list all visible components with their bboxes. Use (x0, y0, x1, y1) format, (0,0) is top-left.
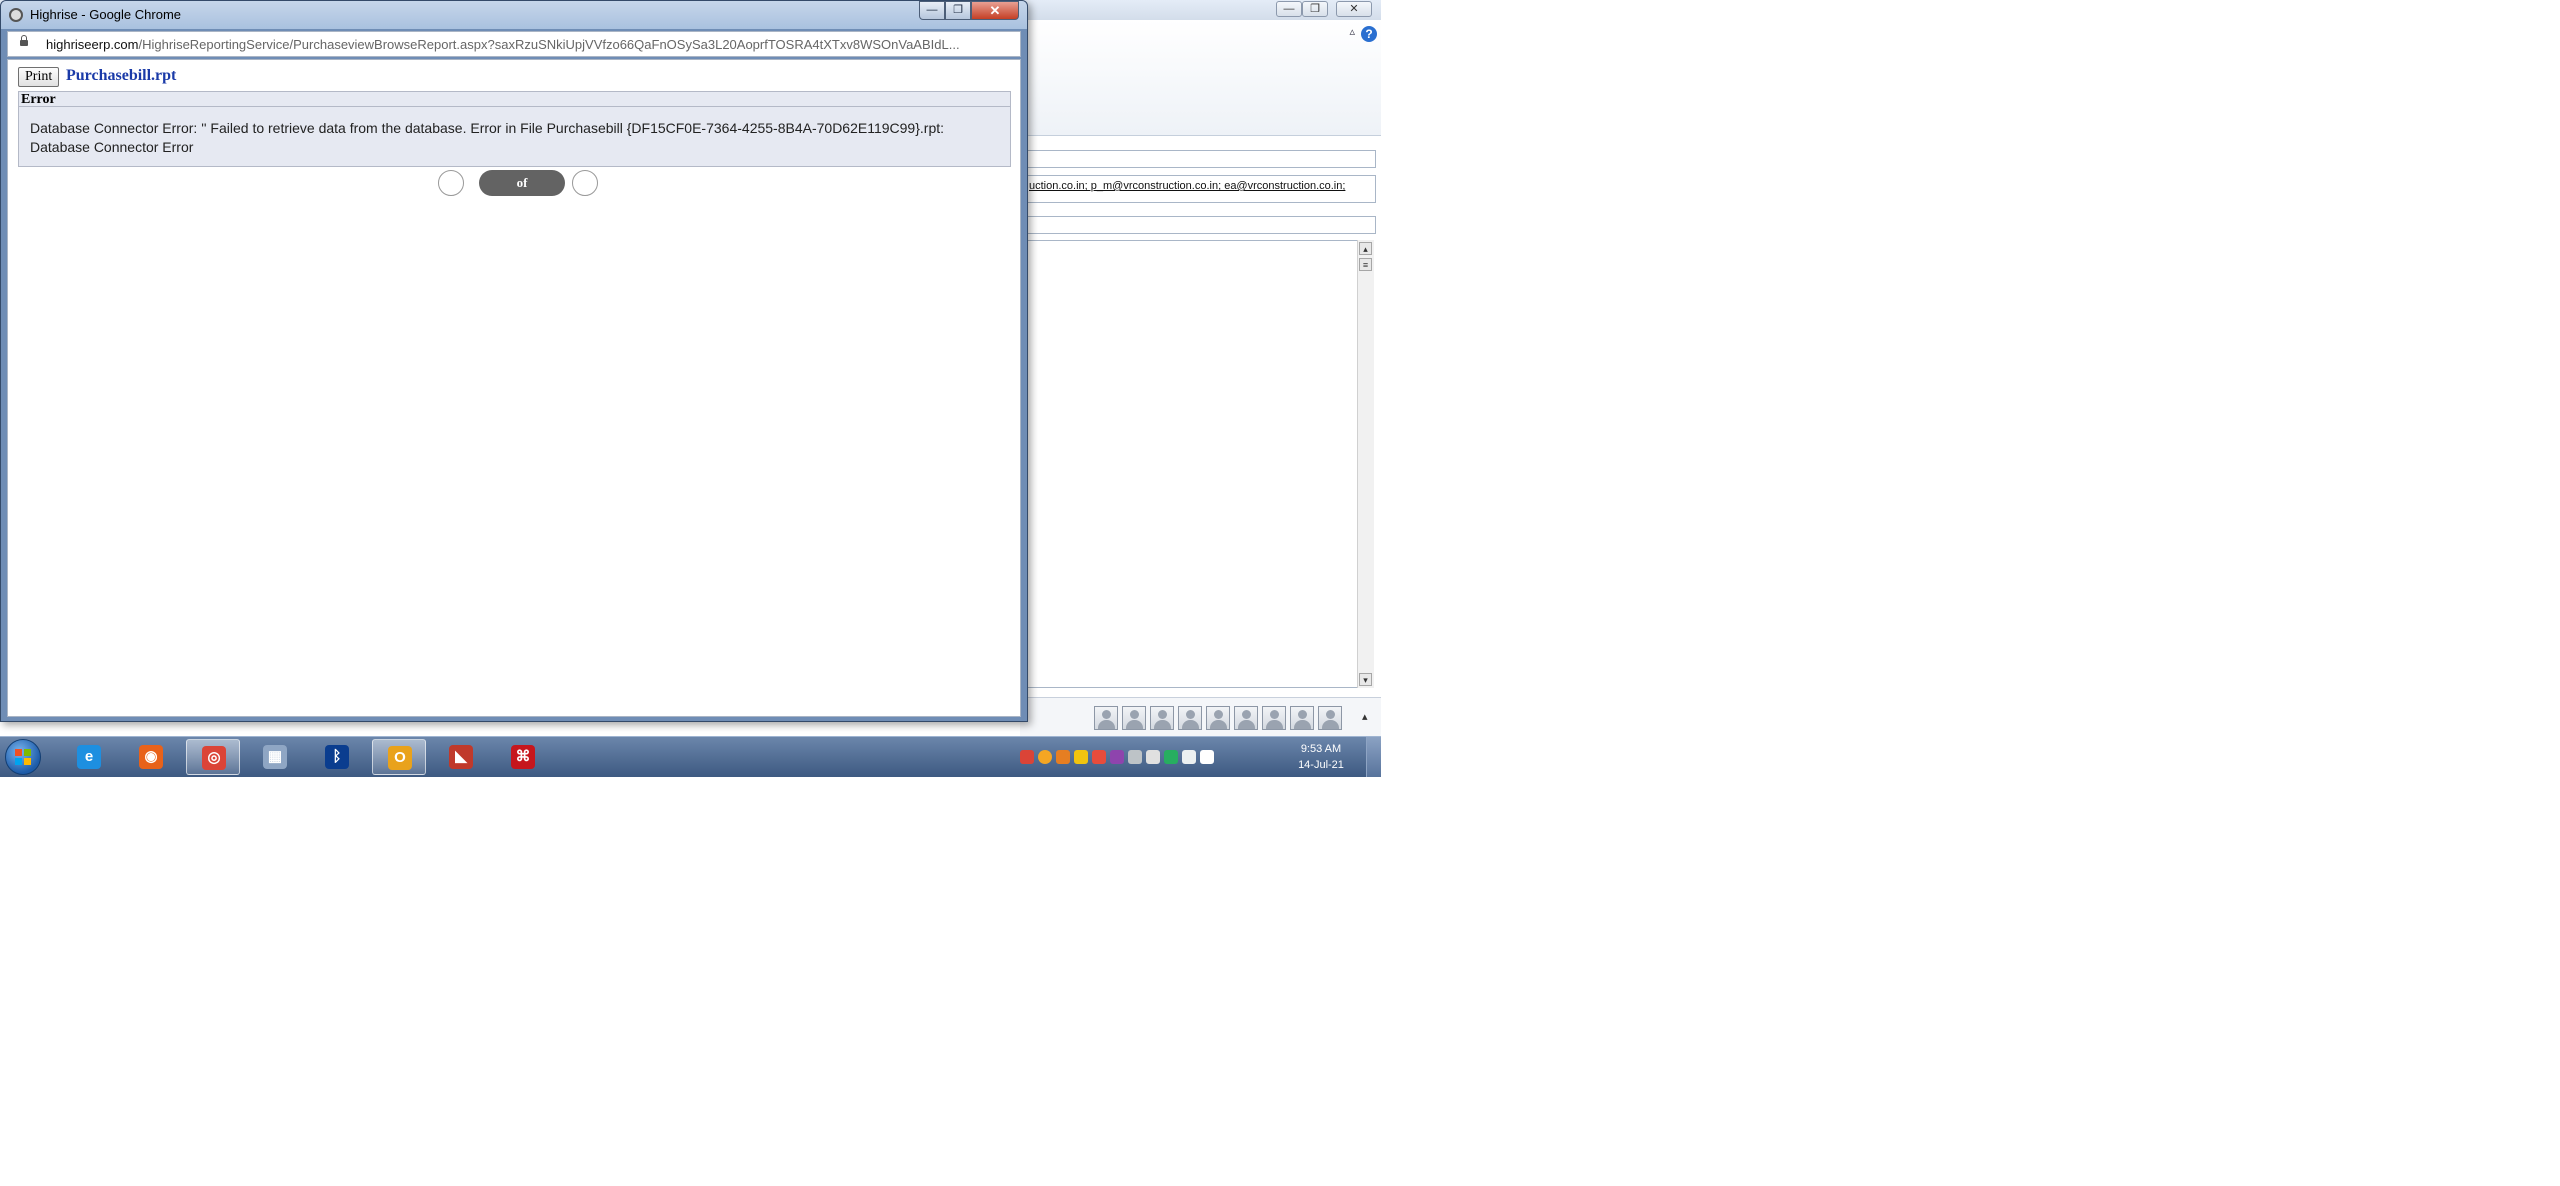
ribbon-collapse-icon[interactable]: ▵ (1349, 25, 1355, 38)
url-text[interactable]: highriseerp.com/HighriseReportingService… (46, 37, 1006, 52)
address-bar[interactable]: highriseerp.com/HighriseReportingService… (7, 31, 1021, 57)
print-button[interactable]: Print (18, 67, 60, 87)
taskbar-app-button[interactable]: e (62, 739, 116, 775)
security-tray-icon[interactable] (1092, 750, 1106, 764)
contact-avatar-icon[interactable] (1206, 706, 1230, 730)
report-name: Purchasebill.rpt (66, 67, 177, 84)
taskbar-app-button[interactable]: O (372, 739, 426, 775)
chrome-app-icon (9, 8, 23, 22)
popup-titlebar[interactable]: Highrise - Google Chrome — ❐ ✕ (1, 1, 1027, 29)
calculator-icon: ▦ (263, 745, 287, 769)
to-field[interactable]: uction.co.in; p_m@vrconstruction.co.in; … (1026, 175, 1376, 203)
clock-time: 9:53 AM (1300, 743, 1342, 755)
scroll-down-icon[interactable]: ▾ (1359, 673, 1372, 686)
scroll-up-icon[interactable]: ▴ (1359, 242, 1372, 255)
pdf-reader-icon: ⌘ (511, 745, 535, 769)
internet-explorer-icon: e (77, 745, 101, 769)
outlook-icon: O (388, 746, 412, 770)
chrome-icon: ◎ (202, 746, 226, 770)
popup-maximize-button[interactable]: ❐ (945, 1, 971, 20)
taskbar-app-button[interactable]: ◉ (124, 739, 178, 775)
popup-window-title: Highrise - Google Chrome (30, 7, 182, 22)
previous-page-button[interactable] (438, 170, 464, 196)
contact-avatar-icon[interactable] (1290, 706, 1314, 730)
background-minimize-button[interactable]: — (1276, 1, 1302, 17)
tool-tray-icon[interactable] (1110, 750, 1124, 764)
taskbar: e ◉ ◎ ▦ ᛒ O ◣ ⌘ 9:53 AM 14-Jul-21 (0, 736, 1381, 777)
page-navigator: of (433, 168, 603, 198)
popup-close-button[interactable]: ✕ (971, 1, 1019, 20)
message-scrollbar[interactable]: ▴ ≡ ▾ (1357, 240, 1374, 688)
to-recipients: uction.co.in; p_m@vrconstruction.co.in; … (1029, 180, 1346, 192)
subject-field[interactable] (1026, 216, 1376, 234)
desktop-screen: — ❐ ✕ ▵ ? uction.co.in; p_m@vrconstructi… (0, 0, 1381, 777)
taskbar-app-button[interactable]: ▦ (248, 739, 302, 775)
volume-tray-icon[interactable] (1146, 750, 1160, 764)
scroll-thumb[interactable]: ≡ (1359, 258, 1372, 271)
report-viewer: Print Purchasebill.rpt Error Database Co… (7, 59, 1021, 717)
network-icon[interactable] (1200, 750, 1214, 764)
people-pane-expand-icon[interactable]: ▴ (1362, 710, 1368, 723)
next-page-button[interactable] (572, 170, 598, 196)
contact-avatar-icon[interactable] (1150, 706, 1174, 730)
page-indicator: of (479, 170, 565, 196)
chrome-tray-icon[interactable] (1020, 750, 1034, 764)
contact-avatar-icon[interactable] (1234, 706, 1258, 730)
windows-logo-icon (15, 749, 31, 765)
app-tray-icon[interactable] (1056, 750, 1070, 764)
people-pane: ▴ (1020, 697, 1381, 738)
background-maximize-button[interactable]: ❐ (1302, 1, 1328, 17)
error-heading: Error (19, 92, 1010, 107)
start-button[interactable] (5, 739, 41, 775)
contact-avatar-icon[interactable] (1178, 706, 1202, 730)
from-field[interactable] (1026, 150, 1376, 168)
contact-avatar-icon[interactable] (1094, 706, 1118, 730)
lock-icon (20, 35, 28, 46)
taskbar-app-button[interactable]: ◎ (186, 739, 240, 775)
contact-avatar-icon[interactable] (1122, 706, 1146, 730)
firefox-icon: ◉ (139, 745, 163, 769)
taskbar-app-button[interactable]: ᛒ (310, 739, 364, 775)
url-path: /HighriseReportingService/PurchaseviewBr… (138, 37, 960, 52)
help-icon[interactable]: ? (1361, 26, 1377, 42)
system-clock[interactable]: 9:53 AM 14-Jul-21 (1290, 741, 1352, 773)
clock-date: 14-Jul-21 (1298, 759, 1344, 771)
chrome-popup-window: Highrise - Google Chrome — ❐ ✕ highrisee… (0, 0, 1028, 722)
sun-tray-icon[interactable] (1038, 750, 1052, 764)
system-tray (1018, 741, 1278, 773)
show-desktop-button[interactable] (1366, 737, 1381, 777)
chart-app-icon: ◣ (449, 745, 473, 769)
background-close-button[interactable]: ✕ (1336, 1, 1372, 17)
taskbar-app-button[interactable]: ⌘ (496, 739, 550, 775)
error-message: Database Connector Error: '' Failed to r… (30, 120, 945, 155)
mail-compose-form: uction.co.in; p_m@vrconstruction.co.in; … (1020, 150, 1381, 690)
outlook-tray-icon[interactable] (1074, 750, 1088, 764)
usb-tray-icon[interactable] (1128, 750, 1142, 764)
contact-avatar-icon[interactable] (1318, 706, 1342, 730)
contact-avatar-icon[interactable] (1262, 706, 1286, 730)
message-body[interactable] (1026, 240, 1366, 688)
action-center-icon[interactable] (1182, 750, 1196, 764)
taskbar-app-button[interactable]: ◣ (434, 739, 488, 775)
url-domain: highriseerp.com (46, 37, 139, 52)
error-panel: Error Database Connector Error: '' Faile… (18, 91, 1011, 167)
bluetooth-icon: ᛒ (325, 745, 349, 769)
font-tray-icon[interactable] (1164, 750, 1178, 764)
popup-minimize-button[interactable]: — (919, 1, 945, 20)
